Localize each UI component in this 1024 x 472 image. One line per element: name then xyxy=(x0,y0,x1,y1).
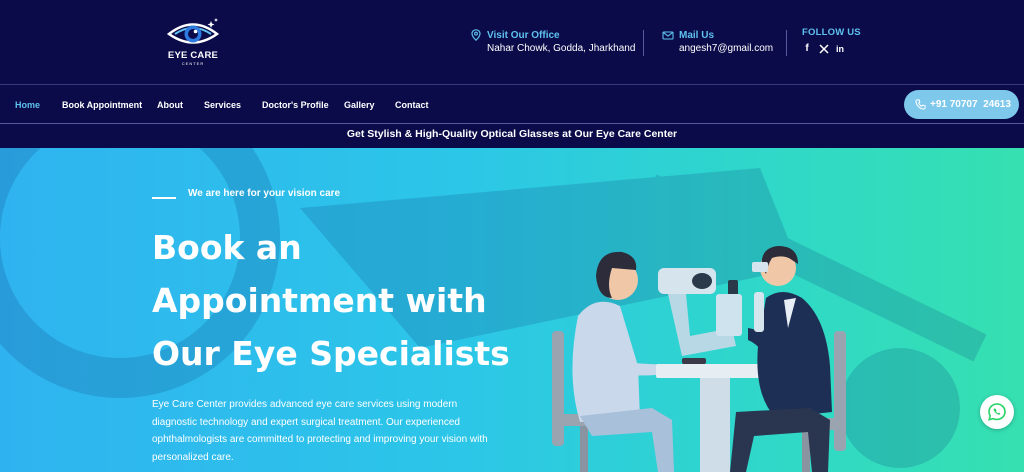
office-address: Nahar Chowk, Godda, Jharkhand xyxy=(487,43,636,54)
tagline-dash xyxy=(152,197,176,199)
hero-description: Eye Care Center provides advanced eye ca… xyxy=(152,399,488,463)
mail-address[interactable]: angesh7@gmail.com xyxy=(679,43,773,54)
eye-exam-illustration xyxy=(552,246,846,472)
mail-icon xyxy=(662,31,674,40)
mail-title: Mail Us xyxy=(679,30,715,41)
nav-item-home[interactable]: Home xyxy=(15,100,40,110)
hero-section: We are here for your vision care Book an… xyxy=(0,148,1024,472)
nav-item-gallery[interactable]: Gallery xyxy=(344,100,375,110)
promo-banner: Get Stylish & High-Quality Optical Glass… xyxy=(0,124,1024,148)
linkedin-icon[interactable]: in xyxy=(835,44,845,54)
header-divider xyxy=(643,30,644,56)
main-navigation: Home Book Appointment About Services Doc… xyxy=(0,84,1024,124)
headline-line: Appointment with xyxy=(152,281,487,320)
facebook-icon[interactable]: f xyxy=(802,44,812,54)
eye-logo-icon xyxy=(166,18,220,44)
nav-item-book-appointment[interactable]: Book Appointment xyxy=(62,100,142,110)
site-logo[interactable]: EYE CARE CENTER xyxy=(163,17,223,67)
whatsapp-icon xyxy=(988,403,1006,421)
header-divider xyxy=(786,30,787,56)
office-title: Visit Our Office xyxy=(487,30,560,41)
phone-icon xyxy=(915,99,926,110)
headline-line: Book an xyxy=(152,228,302,267)
headline-line: Our Eye Specialists xyxy=(152,334,510,373)
nav-item-contact[interactable]: Contact xyxy=(395,100,429,110)
nav-item-about[interactable]: About xyxy=(157,100,183,110)
nav-item-doctors-profile[interactable]: Doctor's Profile xyxy=(262,100,329,110)
hero-headline: Book an Appointment with Our Eye Special… xyxy=(152,221,532,380)
phone-number: +91 70707 24613 xyxy=(930,99,1011,110)
call-button[interactable]: +91 70707 24613 xyxy=(904,90,1019,119)
x-icon[interactable] xyxy=(819,44,829,54)
follow-us-title: FOLLOW US xyxy=(802,27,861,38)
top-header: EYE CARE CENTER Visit Our Office Nahar C… xyxy=(0,0,1024,84)
brand-name: EYE CARE xyxy=(167,50,219,61)
hero-tagline: We are here for your vision care xyxy=(188,188,341,199)
location-pin-icon xyxy=(471,29,481,41)
whatsapp-chat-button[interactable] xyxy=(980,395,1014,429)
nav-item-services[interactable]: Services xyxy=(204,100,241,110)
brand-subtitle: CENTER xyxy=(181,61,205,66)
